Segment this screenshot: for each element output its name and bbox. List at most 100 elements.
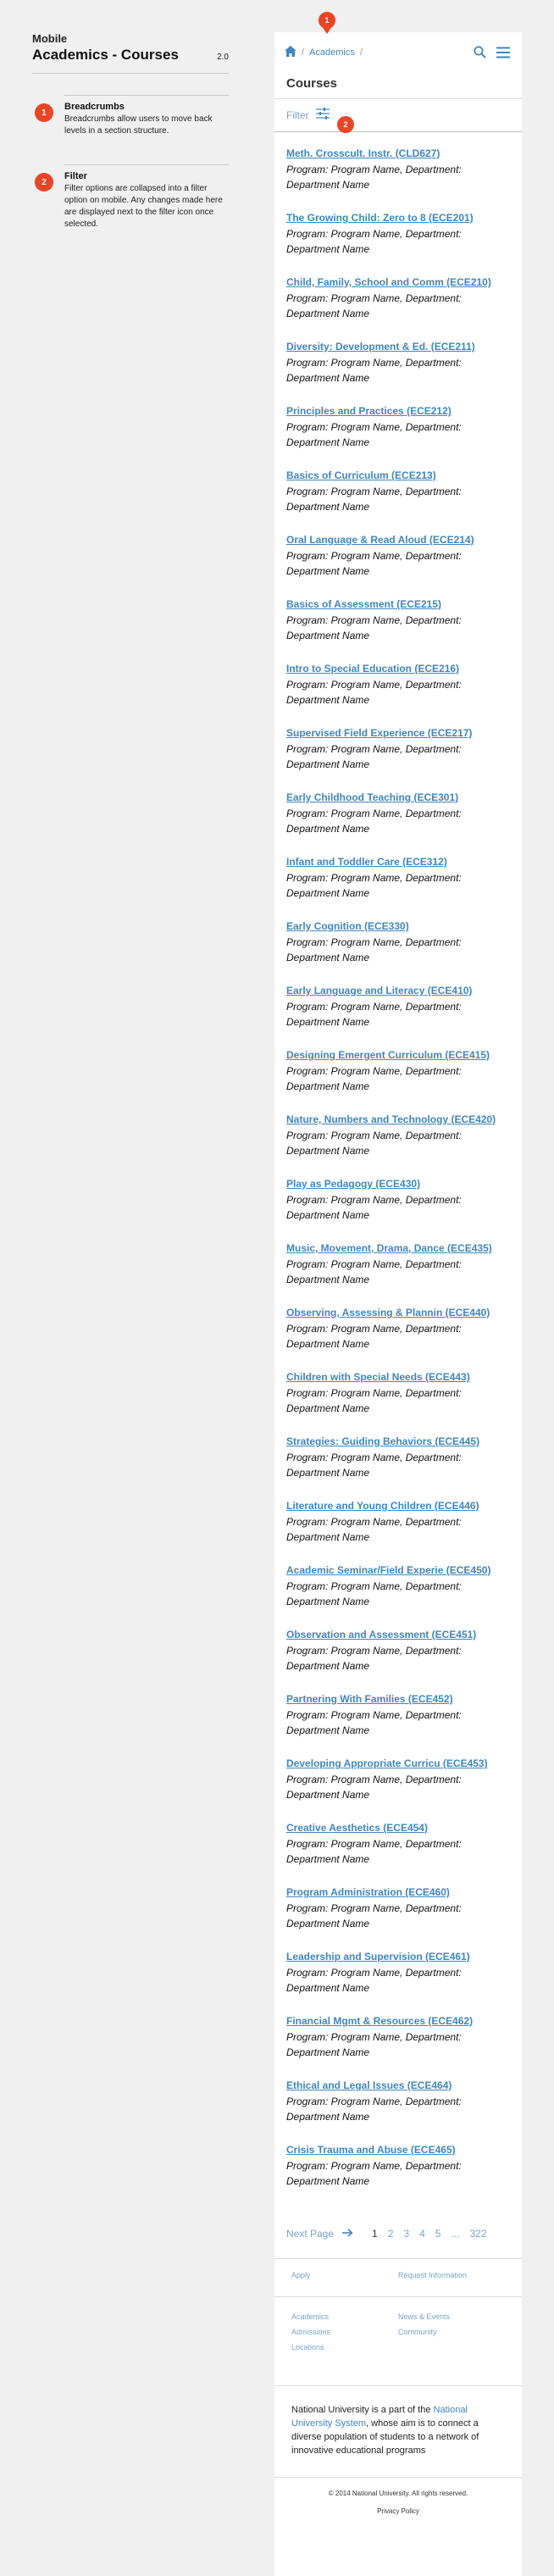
breadcrumb: / Academics / (285, 46, 368, 59)
filter-sliders-icon[interactable] (315, 107, 330, 124)
course-title-link[interactable]: Observing, Assessing & Plannin (ECE440) (286, 1306, 510, 1320)
course-title-link[interactable]: Early Cognition (ECE330) (286, 919, 510, 934)
course-title-link[interactable]: Intro to Special Education (ECE216) (286, 662, 510, 676)
course-program-department: Program: Program Name, Department: Depar… (286, 1387, 462, 1414)
next-page-link[interactable]: Next Page (286, 2228, 334, 2240)
course-title-link[interactable]: Designing Emergent Curriculum (ECE415) (286, 1048, 510, 1063)
home-icon[interactable] (285, 46, 296, 59)
course-title-link[interactable]: Oral Language & Read Aloud (ECE214) (286, 533, 510, 547)
search-icon[interactable] (474, 46, 486, 63)
page-number[interactable]: 3 (403, 2228, 409, 2240)
course-program-department: Program: Program Name, Department: Depar… (286, 486, 462, 513)
filter-bar[interactable]: Filter 2 (274, 98, 522, 133)
page-number[interactable]: 5 (435, 2228, 441, 2240)
footer-link-admissions[interactable]: Admissions (291, 2324, 398, 2340)
annotation-supertitle: Mobile (32, 32, 68, 45)
course-program-department: Program: Program Name, Department: Depar… (286, 1065, 462, 1092)
footer-link-academics[interactable]: Academics (291, 2309, 398, 2324)
course-title-link[interactable]: Creative Aesthetics (ECE454) (286, 1821, 510, 1835)
page-number[interactable]: 4 (419, 2228, 425, 2240)
course-title-link[interactable]: Program Administration (ECE460) (286, 1885, 510, 1900)
course-list-item: The Growing Child: Zero to 8 (ECE201) Pro… (286, 211, 510, 275)
course-program-department: Program: Program Name, Department: Depar… (286, 679, 462, 706)
course-list-item: Play as Pedagogy (ECE430) Program: Progra… (286, 1177, 510, 1241)
hamburger-menu-icon[interactable] (496, 47, 510, 63)
course-title-link[interactable]: Nature, Numbers and Technology (ECE420) (286, 1113, 510, 1127)
breadcrumb-callout-pin: 1 (319, 12, 335, 34)
course-program-department: Program: Program Name, Department: Depar… (286, 1452, 462, 1479)
page-number[interactable]: 2 (388, 2228, 394, 2240)
footer-link-locations[interactable]: Locations (291, 2340, 398, 2355)
breadcrumb-separator: / (359, 47, 363, 58)
arrow-right-icon[interactable] (342, 2228, 353, 2240)
footer-link-community[interactable]: Community (398, 2324, 505, 2340)
breadcrumb-link-academics[interactable]: Academics (309, 47, 355, 58)
course-title-link[interactable]: Developing Appropriate Curricu (ECE453) (286, 1757, 510, 1771)
course-program-department: Program: Program Name, Department: Depar… (286, 1323, 462, 1350)
page-number-last[interactable]: 322 (470, 2228, 487, 2240)
course-title-link[interactable]: Ethical and Legal Issues (ECE464) (286, 2079, 510, 2093)
page-number-current[interactable]: 1 (372, 2228, 378, 2240)
course-title-link[interactable]: Infant and Toddler Care (ECE312) (286, 855, 510, 869)
course-program-department: Program: Program Name, Department: Depar… (286, 421, 462, 448)
course-title-link[interactable]: Principles and Practices (ECE212) (286, 404, 510, 419)
page-title: Courses (286, 76, 338, 91)
course-title-link[interactable]: Academic Seminar/Field Experie (ECE450) (286, 1563, 510, 1578)
annotation-note-desc: Filter options are collapsed into a filt… (64, 184, 223, 229)
course-title-link[interactable]: Financial Mgmt & Resources (ECE462) (286, 2014, 510, 2029)
course-program-department: Program: Program Name, Department: Depar… (286, 228, 462, 255)
course-title-link[interactable]: Literature and Young Children (ECE446) (286, 1499, 510, 1513)
footer-link-news-events[interactable]: News & Events (398, 2309, 505, 2324)
course-title-link[interactable]: Play as Pedagogy (ECE430) (286, 1177, 510, 1191)
course-list-item: Crisis Trauma and Abuse (ECE465) Program:… (286, 2143, 510, 2207)
course-title-link[interactable]: Early Childhood Teaching (ECE301) (286, 791, 510, 805)
annotation-version: 2.0 (217, 53, 229, 62)
callout-number: 2 (337, 116, 354, 133)
course-list-item: Developing Appropriate Curricu (ECE453) P… (286, 1757, 510, 1821)
annotation-divider (64, 95, 229, 96)
course-list-item: Principles and Practices (ECE212) Program… (286, 404, 510, 469)
course-title-link[interactable]: Strategies: Guiding Behaviors (ECE445) (286, 1435, 510, 1449)
course-title-link[interactable]: Basics of Assessment (ECE215) (286, 597, 510, 612)
course-program-department: Program: Program Name, Department: Depar… (286, 1258, 462, 1285)
course-list-item: Intro to Special Education (ECE216) Progr… (286, 662, 510, 726)
course-program-department: Program: Program Name, Department: Depar… (286, 1001, 462, 1028)
course-title-link[interactable]: Meth. Crosscult. Instr. (CLD627) (286, 147, 510, 161)
filter-label[interactable]: Filter (286, 109, 309, 121)
course-list-item: Nature, Numbers and Technology (ECE420) P… (286, 1113, 510, 1177)
pagination: Next Page 1 2 3 4 5 ... 322 (274, 2221, 522, 2246)
course-list-item: Basics of Assessment (ECE215) Program: Pr… (286, 597, 510, 662)
copyright-text: © 2014 National University. All rights r… (328, 2490, 468, 2497)
annotation-panel: Mobile Academics - Courses 2.0 1 Breadcr… (32, 32, 229, 230)
course-program-department: Program: Program Name, Department: Depar… (286, 936, 462, 963)
footer-nav-links: Academics Admissions Locations News & Ev… (274, 2297, 522, 2385)
course-title-link[interactable]: Supervised Field Experience (ECE217) (286, 726, 510, 741)
course-title-link[interactable]: Child, Family, School and Comm (ECE210) (286, 275, 510, 290)
privacy-policy-link[interactable]: Privacy Policy (274, 2507, 522, 2515)
course-list-item: Designing Emergent Curriculum (ECE415) Pr… (286, 1048, 510, 1113)
course-title-link[interactable]: Leadership and Supervision (ECE461) (286, 1950, 510, 1964)
course-title-link[interactable]: Diversity: Development & Ed. (ECE211) (286, 340, 510, 354)
request-information-link[interactable]: Request Information (398, 2271, 467, 2279)
course-program-department: Program: Program Name, Department: Depar… (286, 743, 462, 770)
course-program-department: Program: Program Name, Department: Depar… (286, 872, 462, 899)
annotation-badge: 1 (35, 103, 53, 122)
apply-link[interactable]: Apply (291, 2271, 311, 2279)
course-title-link[interactable]: The Growing Child: Zero to 8 (ECE201) (286, 211, 510, 225)
course-title-link[interactable]: Music, Movement, Drama, Dance (ECE435) (286, 1241, 510, 1256)
course-program-department: Program: Program Name, Department: Depar… (286, 1774, 462, 1801)
course-list-item: Program Administration (ECE460) Program: … (286, 1885, 510, 1950)
course-title-link[interactable]: Observation and Assessment (ECE451) (286, 1628, 510, 1642)
course-title-link[interactable]: Partnering With Families (ECE452) (286, 1692, 510, 1707)
course-list-item: Oral Language & Read Aloud (ECE214) Progr… (286, 533, 510, 597)
course-list-item: Child, Family, School and Comm (ECE210) P… (286, 275, 510, 340)
course-program-department: Program: Program Name, Department: Depar… (286, 2160, 462, 2187)
course-title-link[interactable]: Children with Special Needs (ECE443) (286, 1370, 510, 1385)
course-program-department: Program: Program Name, Department: Depar… (286, 357, 462, 384)
course-title-link[interactable]: Early Language and Literacy (ECE410) (286, 984, 510, 998)
course-program-department: Program: Program Name, Department: Depar… (286, 1838, 462, 1865)
course-list-item: Strategies: Guiding Behaviors (ECE445) Pr… (286, 1435, 510, 1499)
course-list-item: Early Childhood Teaching (ECE301) Program… (286, 791, 510, 855)
course-title-link[interactable]: Basics of Curriculum (ECE213) (286, 469, 510, 483)
course-title-link[interactable]: Crisis Trauma and Abuse (ECE465) (286, 2143, 510, 2157)
